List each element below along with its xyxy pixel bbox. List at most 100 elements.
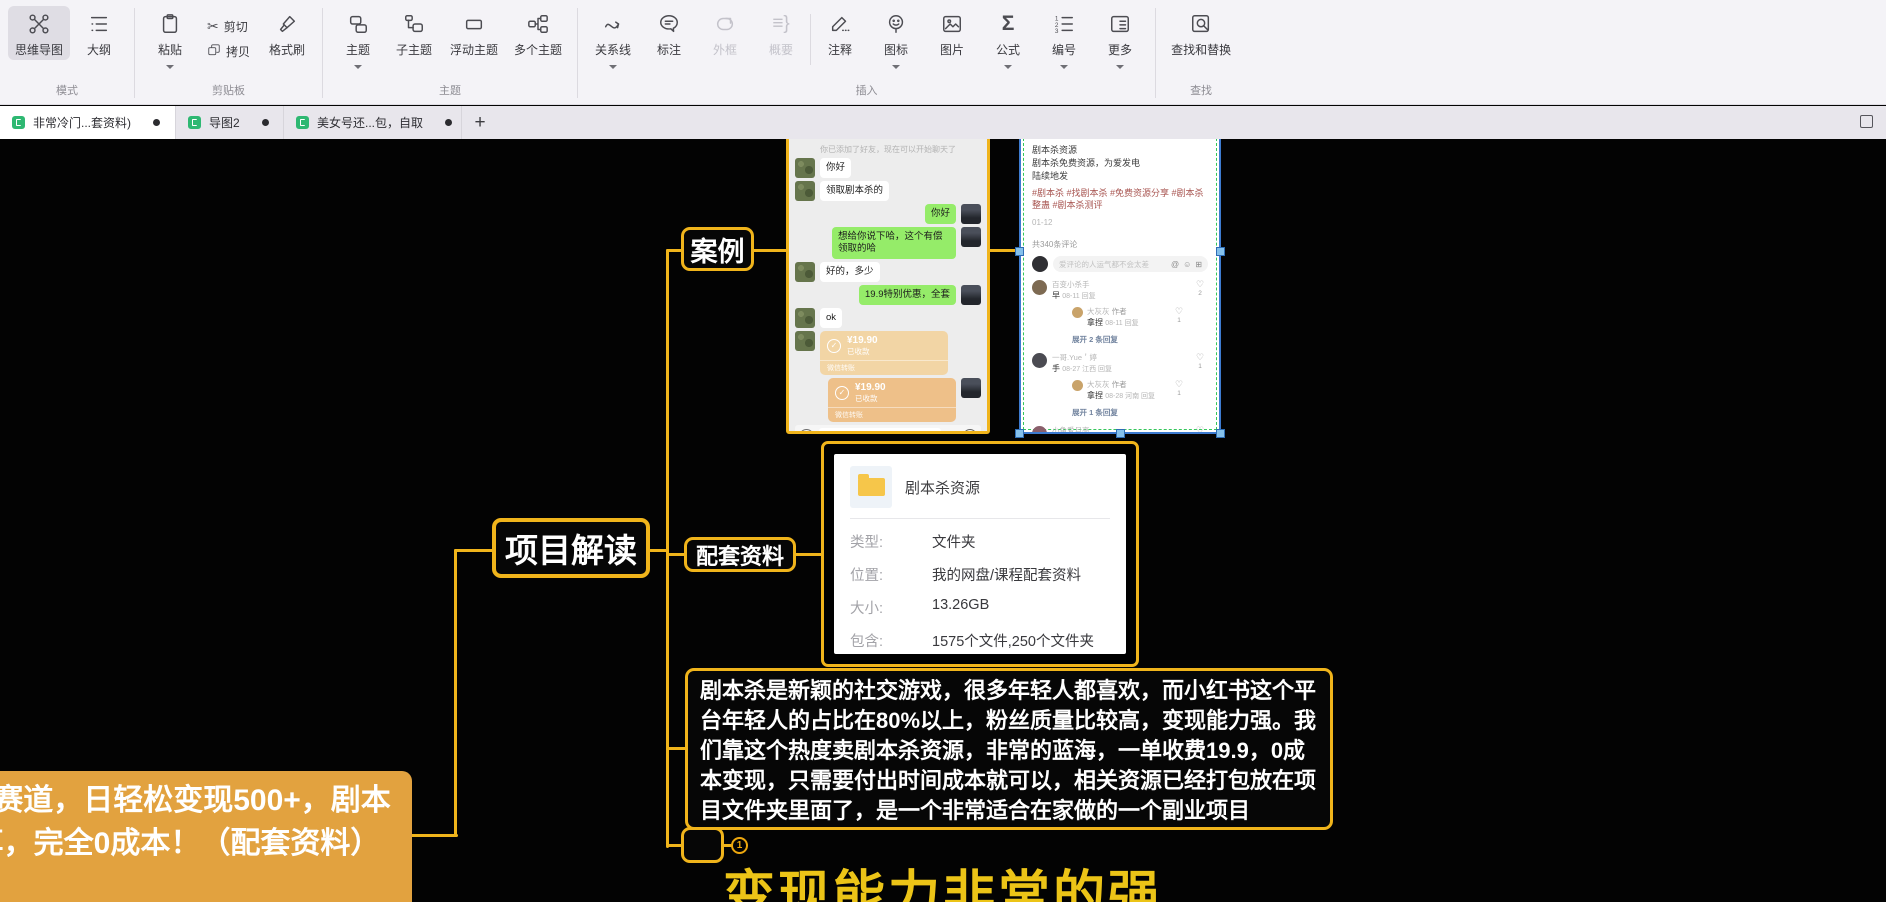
comment-author: 一哥.Yue＇婷 bbox=[1052, 353, 1187, 362]
paste-button[interactable]: 粘贴 bbox=[143, 6, 197, 71]
button-label: 主题 bbox=[346, 41, 370, 58]
button-label: 粘贴 bbox=[158, 41, 182, 58]
copy-button[interactable]: 拷贝 bbox=[207, 43, 250, 60]
avatar bbox=[961, 204, 981, 224]
root-topic-node[interactable]: 非常冷门赛道，日轻松变现500+，剧本小白专享，完全0成本！（配套资料） bbox=[0, 771, 412, 902]
group-label-topic: 主题 bbox=[323, 82, 577, 104]
callout-icon bbox=[658, 12, 680, 36]
at-icon[interactable]: @ bbox=[1171, 260, 1179, 269]
formula-button[interactable]: Σ 公式 bbox=[981, 6, 1035, 71]
chat-message: 想给你说下哈，这个有偿领取的哈 bbox=[795, 227, 981, 259]
comment-reply: 大灰灰 作者 拿捏 08-11 回复 ♡1 bbox=[1072, 307, 1187, 329]
comment-reply: 大灰灰 作者 拿捏 08-28 河南 回复 ♡1 bbox=[1072, 380, 1187, 402]
detail-value: 我的网盘/课程配套资料 bbox=[932, 564, 1081, 585]
tab-document-3[interactable]: 美女号还...包，自取 bbox=[284, 106, 462, 139]
connector-line bbox=[410, 834, 458, 837]
chat-transfer-message: ✓ ¥19.90 已收款 微信转账 bbox=[795, 378, 981, 422]
like-icon[interactable]: ♡ bbox=[1192, 426, 1208, 432]
chat-bubble: 想给你说下哈，这个有偿领取的哈 bbox=[832, 227, 956, 259]
tab-title: 非常冷门...套资料) bbox=[33, 114, 131, 131]
button-label: 标注 bbox=[657, 41, 681, 58]
formula-icon: Σ bbox=[1002, 12, 1015, 36]
new-tab-button[interactable]: + bbox=[462, 106, 498, 139]
topic-node-monetize-title[interactable]: 变现能力非常的强 bbox=[723, 853, 1163, 902]
comment-item: 百变小杀手 早 08-11 回复 大灰灰 作者 拿捏 08-11 回复 ♡1 展… bbox=[1032, 280, 1208, 345]
connector-line bbox=[666, 747, 687, 750]
cut-copy-stack: ✂ 剪切 拷贝 bbox=[199, 6, 258, 71]
topic-node-materials[interactable]: 配套资料 bbox=[684, 537, 796, 572]
tab-document-2[interactable]: 导图2 bbox=[176, 106, 284, 139]
detail-value: 13.26GB bbox=[932, 597, 989, 618]
avatar bbox=[1032, 426, 1047, 432]
image-button[interactable]: 图片 bbox=[925, 6, 979, 71]
mindmap-mode-button[interactable]: 思维导图 bbox=[8, 6, 70, 60]
selection-handle[interactable] bbox=[1015, 247, 1024, 256]
tab-title: 美女号还...包，自取 bbox=[317, 114, 423, 131]
topic-node-description[interactable]: 剧本杀是新颖的社交游戏，很多年轻人都喜欢，而小红书这个平台年轻人的占比在80%以… bbox=[685, 668, 1333, 830]
wechat-screenshot-image[interactable]: 你已添加了好友，现在可以开始聊天了 你好 领取剧本杀的 你好 想给你说下哈，这个… bbox=[786, 139, 990, 434]
selection-handle[interactable] bbox=[1116, 429, 1125, 438]
topic-icon bbox=[347, 12, 369, 36]
author-badge: 作者 bbox=[1112, 307, 1127, 316]
comment-item: 一哥.Yue＇婷 手 08-27 江西 回复 大灰灰 作者 拿捏 08-28 河… bbox=[1032, 353, 1208, 418]
comment-input-placeholder: 爱评论的人运气都不会太差 bbox=[1059, 259, 1167, 270]
detail-value: 文件夹 bbox=[932, 531, 976, 552]
expand-replies-link[interactable]: 展开 2 条回复 bbox=[1072, 334, 1187, 345]
folder-info-node[interactable]: 剧本杀资源 类型: 文件夹 位置: 我的网盘/课程配套资料 大小: 13.26G… bbox=[821, 441, 1139, 667]
more-button[interactable]: 更多 bbox=[1093, 6, 1147, 71]
transfer-footer: 微信转账 bbox=[828, 407, 956, 422]
numbering-badge[interactable]: 1 bbox=[731, 837, 748, 854]
floating-topic-icon bbox=[463, 12, 485, 36]
selection-handle[interactable] bbox=[1015, 429, 1024, 438]
like-icon[interactable]: ♡1 bbox=[1171, 380, 1187, 402]
button-label: 图片 bbox=[940, 41, 964, 58]
chat-transfer-message: ✓ ¥19.90 已收款 微信转账 bbox=[795, 331, 981, 375]
transfer-status: 已收款 bbox=[855, 394, 886, 403]
mindmap-canvas[interactable]: 非常冷门赛道，日轻松变现500+，剧本小白专享，完全0成本！（配套资料） 项目解… bbox=[0, 139, 1886, 902]
mindmap-icon bbox=[28, 12, 50, 36]
chat-message: ok bbox=[795, 308, 981, 328]
selection-handle[interactable] bbox=[1216, 429, 1225, 438]
floating-topic-button[interactable]: 浮动主题 bbox=[443, 6, 505, 71]
note-button[interactable]: 注释 bbox=[813, 6, 867, 71]
group-label-insert: 插入 bbox=[578, 82, 1155, 104]
topic-node-case[interactable]: 案例 bbox=[681, 227, 754, 271]
topic-node-empty[interactable] bbox=[681, 827, 724, 863]
selection-handle[interactable] bbox=[1216, 247, 1225, 256]
tab-title: 导图2 bbox=[209, 114, 240, 131]
unsaved-dot bbox=[445, 119, 452, 126]
outline-mode-button[interactable]: 大纲 bbox=[72, 6, 126, 60]
avatar bbox=[795, 308, 815, 328]
multiple-topics-icon bbox=[527, 12, 549, 36]
reply-text: 拿捏 bbox=[1087, 391, 1103, 400]
window-maximize-icon[interactable] bbox=[1860, 115, 1873, 128]
transfer-card: ✓ ¥19.90 已收款 微信转账 bbox=[828, 378, 956, 422]
callout-button[interactable]: 标注 bbox=[642, 6, 696, 71]
emoji-icon[interactable]: ☺ bbox=[1183, 260, 1191, 269]
relationship-button[interactable]: 关系线 bbox=[586, 6, 640, 71]
multiple-topics-button[interactable]: 多个主题 bbox=[507, 6, 569, 71]
cut-button[interactable]: ✂ 剪切 bbox=[207, 18, 250, 35]
transfer-amount: ¥19.90 bbox=[847, 335, 878, 347]
button-label: 关系线 bbox=[595, 41, 631, 58]
comment-input[interactable]: 爱评论的人运气都不会太差 @ ☺ ⊞ bbox=[1053, 256, 1208, 272]
numbering-button[interactable]: 123 编号 bbox=[1037, 6, 1091, 71]
find-replace-button[interactable]: 查找和替换 bbox=[1164, 6, 1238, 60]
xiaohongshu-screenshot-image[interactable]: 剧本杀资源 剧本杀免费资源，为爱发电 陆续地发 #剧本杀 #找剧本杀 #免费资源… bbox=[1019, 139, 1221, 434]
topic-node-project[interactable]: 项目解读 bbox=[492, 518, 650, 578]
image-icon[interactable]: ⊞ bbox=[1195, 260, 1202, 269]
voice-icon bbox=[799, 429, 814, 435]
marker-button[interactable]: 图标 bbox=[869, 6, 923, 71]
expand-replies-link[interactable]: 展开 1 条回复 bbox=[1072, 407, 1187, 418]
comment-count: 共340条评论 bbox=[1032, 239, 1208, 250]
topic-button[interactable]: 主题 bbox=[331, 6, 385, 71]
like-icon[interactable]: ♡1 bbox=[1192, 353, 1208, 418]
post-hashtags[interactable]: #剧本杀 #找剧本杀 #免费资源分享 #剧本杀整蛊 #剧本杀测评 bbox=[1032, 187, 1208, 211]
like-icon[interactable]: ♡1 bbox=[1171, 307, 1187, 329]
subtopic-button[interactable]: 子主题 bbox=[387, 6, 441, 71]
format-painter-button[interactable]: 格式刷 bbox=[260, 6, 314, 71]
like-icon[interactable]: ♡2 bbox=[1192, 280, 1208, 345]
connector-line bbox=[794, 553, 823, 556]
tab-document-1[interactable]: 非常冷门...套资料) bbox=[0, 106, 176, 139]
group-label-mode: 模式 bbox=[0, 82, 134, 104]
